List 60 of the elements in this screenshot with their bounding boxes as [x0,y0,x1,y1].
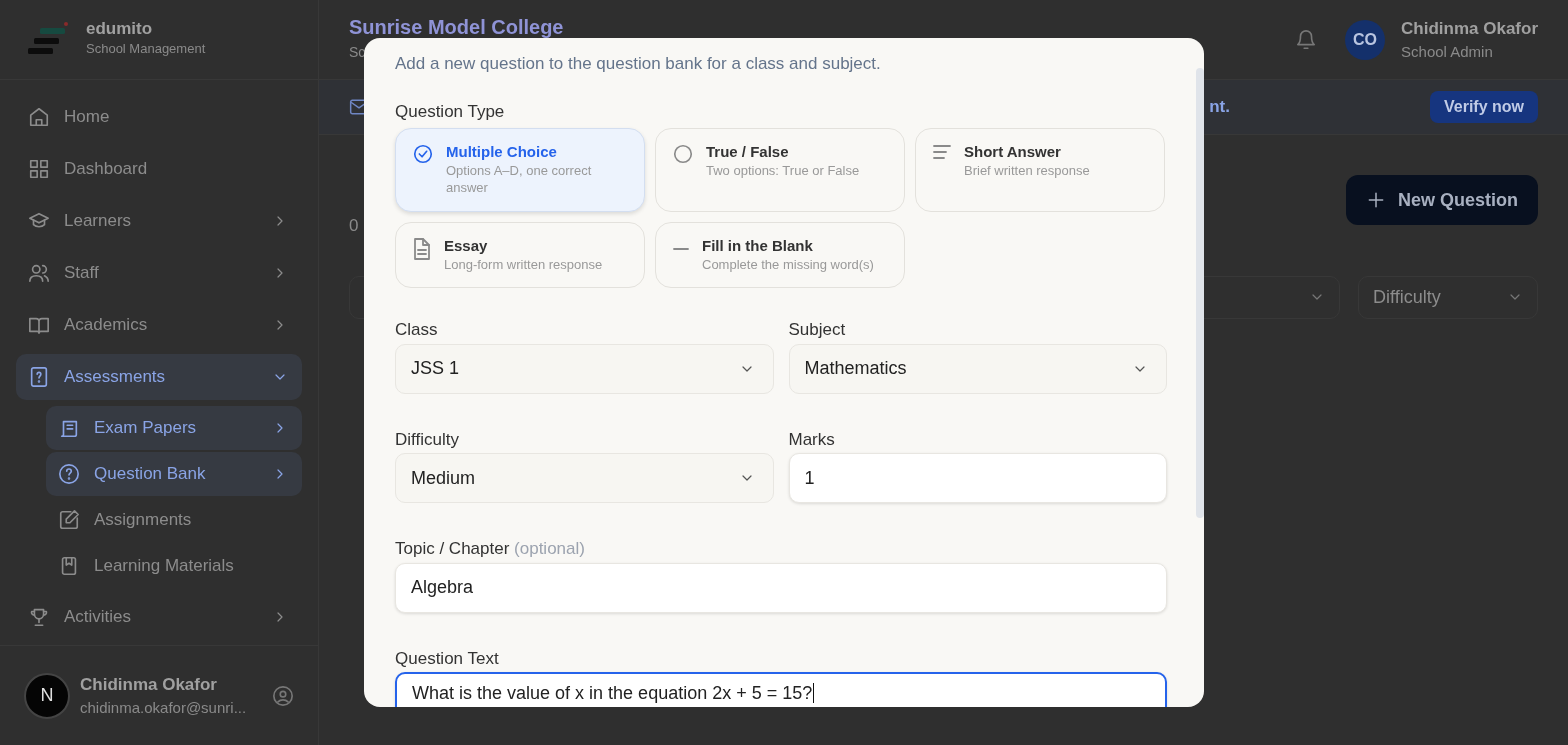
field-label: Subject [788,320,847,341]
scrollbar[interactable] [1196,68,1204,518]
avatar: N [24,672,70,719]
banner-text: nt. [1209,96,1230,119]
select-dropdown[interactable]: Medium [395,453,774,504]
question-type-option[interactable]: Fill in the Blank Complete the missing word(s) [655,221,905,289]
field-label: Difficulty [395,429,460,451]
brand-name: edumito [86,20,154,40]
sidebar-item[interactable]: Learners [16,198,302,244]
grid-icon [28,158,50,180]
select-dropdown[interactable]: JSS 1 [395,343,774,394]
modal-subtitle: Add a new question to the question bank for a class and subject. [395,54,882,75]
sidebar-item[interactable]: Home [16,94,302,140]
school-name: Sunrise Model College [349,16,565,38]
question-type-option[interactable]: Essay Long-form written response [395,221,645,289]
bell-icon [1295,28,1318,51]
sidebar-item[interactable]: Exam Papers [46,406,302,450]
user-role: School Admin [1401,42,1494,62]
field-label: Marks [788,429,836,451]
home-icon [28,106,50,128]
user-avatar[interactable]: CO [1345,19,1386,60]
sidebar-item[interactable]: Academics [16,302,302,348]
question-type-option[interactable]: Multiple Choice Options A–D, one correct answer [395,127,645,212]
user-name: Chidinma Okafor [80,673,218,696]
document-icon [412,236,432,261]
brand-tagline: School Management [86,40,206,59]
filter-dropdown[interactable]: Difficulty [1358,275,1538,319]
new-question-button[interactable]: New Question [1346,175,1538,225]
text-area[interactable]: What is the value of x in the equation 2x + 5 = 15? [395,672,1167,707]
check-circle-icon [412,142,434,165]
sidebar-item[interactable]: Assessments [16,354,302,400]
user-circle-icon [272,684,294,707]
sidebar-item[interactable]: Assignments [46,498,302,542]
question-type-option[interactable]: True / False Two options: True or False [655,127,905,212]
lines-icon [932,142,952,161]
select-dropdown[interactable]: Mathematics [788,343,1167,394]
sidebar-item[interactable]: Staff [16,250,302,296]
field-label: Class [395,320,439,341]
input-field[interactable]: 1 [788,453,1167,504]
question-count: 0 [349,215,359,237]
question-circle-icon [58,463,80,485]
sidebar-item[interactable]: Activities [16,594,302,640]
question-document-icon [28,366,50,388]
field-label: Question Type [395,102,506,123]
question-type-option[interactable]: Short Answer Brief written response [915,127,1165,212]
people-icon [28,262,50,284]
circle-icon [672,142,694,165]
plus-icon [1366,190,1386,210]
trophy-icon [28,606,50,628]
input-field[interactable]: Algebra [395,562,1167,613]
field-label: Question Text [395,648,500,669]
verify-button[interactable]: Verify now [1429,91,1538,123]
field-label: Topic / Chapter (optional) [395,539,586,560]
dash-icon [672,246,690,251]
sidebar-item[interactable]: Dashboard [16,146,302,192]
user-name: Chidinma Okafor [1401,17,1538,40]
sidebar-item[interactable]: Question Bank [46,452,302,496]
user-email: chidinma.okafor@sunri... [80,698,248,718]
edit-icon [58,509,80,531]
sidebar-item[interactable]: Learning Materials [46,544,302,588]
